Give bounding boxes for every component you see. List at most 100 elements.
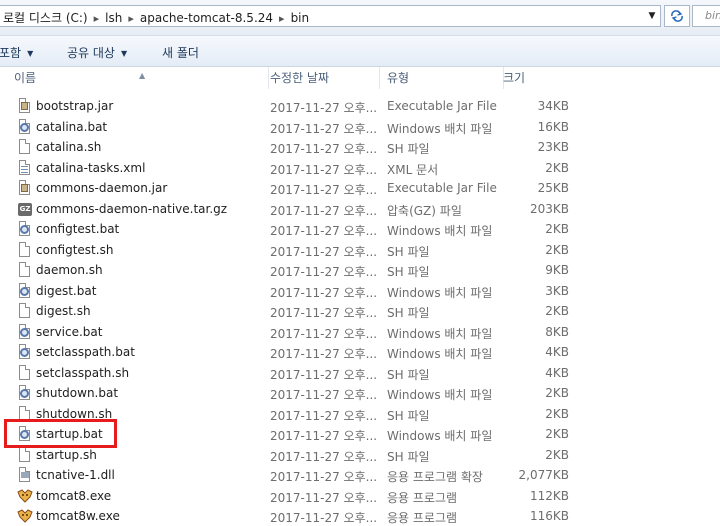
file-type: 압축(GZ) 파일 [387,203,462,218]
file-row[interactable]: tcnative-1.dll 2017-11-27 오후... 응용 프로그램 확장… [0,465,720,485]
file-row[interactable]: setclasspath.bat 2017-11-27 오후... Windows … [0,342,720,362]
dll-file-icon [17,467,33,483]
document-icon [17,241,33,258]
file-date: 2017-11-27 오후... [270,449,378,464]
file-row[interactable]: service.bat 2017-11-27 오후... Windows 배치 파일… [0,322,720,342]
file-type: XML 문서 [387,162,439,177]
file-date: 2017-11-27 오후... [270,285,378,300]
file-size: 2KB [545,304,569,318]
file-size: 2KB [545,406,569,421]
file-row[interactable]: tomcat8w.exe 2017-11-27 오후... 응용 프로그램 116KB [0,506,720,526]
file-name: commons-daemon.jar [36,181,168,195]
file-name: catalina-tasks.xml [36,160,146,175]
file-row[interactable]: setclasspath.sh 2017-11-27 오후... SH 파일 4KB [0,363,720,383]
file-date: 2017-11-27 오후... [270,142,378,156]
address-bar: 로컬 디스크 (C:) ▸ lsh ▸ apache-tomcat-8.5.24 ▸ bin… [0,0,720,36]
file-type: Windows 배치 파일 [387,285,493,300]
file-row[interactable]: catalina.bat 2017-11-27 오후... Windows 배치 파… [0,117,720,137]
chevron-down-icon: ▼ [120,49,128,58]
breadcrumb-local-disk[interactable]: 로컬 디스크 (C:) [3,9,88,26]
file-name: catalina.bat [36,119,108,134]
column-header-row: 이름 ▲ 수정한 날짜 유형 크기 [0,67,720,91]
file-date: 2017-11-27 오후... [270,347,378,361]
share-label: 공유 대상 [67,46,115,60]
file-row[interactable]: configtest.bat 2017-11-27 오후... Windows 배치… [0,219,720,239]
file-size: 4KB [545,365,569,380]
column-header-name[interactable]: 이름 ▲ [8,67,269,89]
breadcrumb-separator-icon[interactable]: ▸ [279,12,285,25]
column-header-size[interactable]: 크기 [497,67,583,89]
file-row[interactable]: configtest.sh 2017-11-27 오후... SH 파일 2KB [0,240,720,260]
file-name: setclasspath.bat [36,345,135,359]
file-type: 응용 프로그램 [387,511,458,525]
file-date: 2017-11-27 오후... [270,367,378,382]
file-date: 2017-11-27 오후... [270,429,378,443]
document-icon [17,446,33,463]
sort-ascending-icon: ▲ [139,71,146,80]
file-type: Windows 배치 파일 [387,429,493,443]
file-type: SH 파일 [387,449,430,464]
file-size: 2KB [545,160,569,175]
file-size: 23KB [537,140,569,154]
address-field[interactable]: 로컬 디스크 (C:) ▸ lsh ▸ apache-tomcat-8.5.24 ▸ bin… [0,5,661,27]
file-row[interactable]: shutdown.bat 2017-11-27 오후... Windows 배치 파… [0,383,720,403]
file-row[interactable]: bootstrap.jar 2017-11-27 오후... Executable … [0,96,720,116]
file-date: 2017-11-27 오후... [270,265,378,279]
file-name: configtest.bat [36,222,120,236]
file-name: tcnative-1.dll [36,468,115,482]
new-folder-label: 새 폴더 [162,46,199,60]
breadcrumb-separator-icon[interactable]: ▸ [94,12,100,25]
file-date: 2017-11-27 오후... [270,203,378,218]
file-size: 4KB [545,345,569,359]
refresh-button[interactable] [664,5,690,27]
batch-file-icon [17,221,33,237]
include-in-library-button[interactable]: 포함 ▼ [0,44,33,61]
file-size: 8KB [545,324,569,339]
breadcrumb-bin[interactable]: bin [291,11,310,25]
file-name: tomcat8w.exe [36,509,120,523]
file-row[interactable]: GZ commons-daemon-native.tar.gz 2017-11-27… [0,199,720,219]
file-type: Windows 배치 파일 [387,224,493,238]
document-icon [17,139,33,155]
jar-file-icon [17,180,33,196]
new-folder-button[interactable]: 새 폴더 [162,44,199,61]
file-row[interactable]: tomcat8.exe 2017-11-27 오후... 응용 프로그램 112KB [0,486,720,506]
file-row[interactable]: digest.sh 2017-11-27 오후... SH 파일 2KB [0,301,720,321]
file-type: Executable Jar File [387,181,497,195]
column-header-type-label: 유형 [387,71,410,85]
tomcat-exe-icon [17,508,33,524]
file-row[interactable]: daemon.sh 2017-11-27 오후... SH 파일 9KB [0,260,720,280]
file-row[interactable]: catalina.sh 2017-11-27 오후... SH 파일 23KB [0,137,720,157]
document-icon [17,262,33,278]
share-with-button[interactable]: 공유 대상 ▼ [67,44,127,61]
file-type: SH 파일 [387,142,430,156]
breadcrumb-tomcat[interactable]: apache-tomcat-8.5.24 [140,11,273,25]
file-type: SH 파일 [387,408,430,423]
column-header-type[interactable]: 유형 [381,67,504,89]
file-name: startup.sh [36,447,97,462]
file-size: 3KB [545,283,569,298]
file-row[interactable]: digest.bat 2017-11-27 오후... Windows 배치 파일 3… [0,281,720,301]
column-header-date[interactable]: 수정한 날짜 [264,67,380,89]
file-size: 34KB [537,99,569,113]
file-size: 2KB [545,242,569,257]
file-date: 2017-11-27 오후... [270,306,378,320]
file-date: 2017-11-27 오후... [270,408,378,423]
search-input[interactable]: bin [692,5,720,27]
breadcrumb-lsh[interactable]: lsh [105,11,122,25]
breadcrumb-separator-icon[interactable]: ▸ [128,12,134,25]
file-date: 2017-11-27 오후... [270,470,378,484]
file-name: bootstrap.jar [36,99,114,113]
file-date: 2017-11-27 오후... [270,511,378,525]
jar-file-icon [17,98,33,114]
file-type: Windows 배치 파일 [387,388,493,402]
file-name: configtest.sh [36,242,114,257]
file-row[interactable]: commons-daemon.jar 2017-11-27 오후... Execut… [0,178,720,198]
file-size: 116KB [529,509,569,523]
address-dropdown-icon[interactable]: ▼ [644,6,660,26]
file-date: 2017-11-27 오후... [270,244,378,259]
file-name: catalina.sh [36,140,102,154]
file-date: 2017-11-27 오후... [270,101,378,115]
file-row[interactable]: catalina-tasks.xml 2017-11-27 오후... XML 문서… [0,158,720,178]
file-name: service.bat [36,324,103,339]
